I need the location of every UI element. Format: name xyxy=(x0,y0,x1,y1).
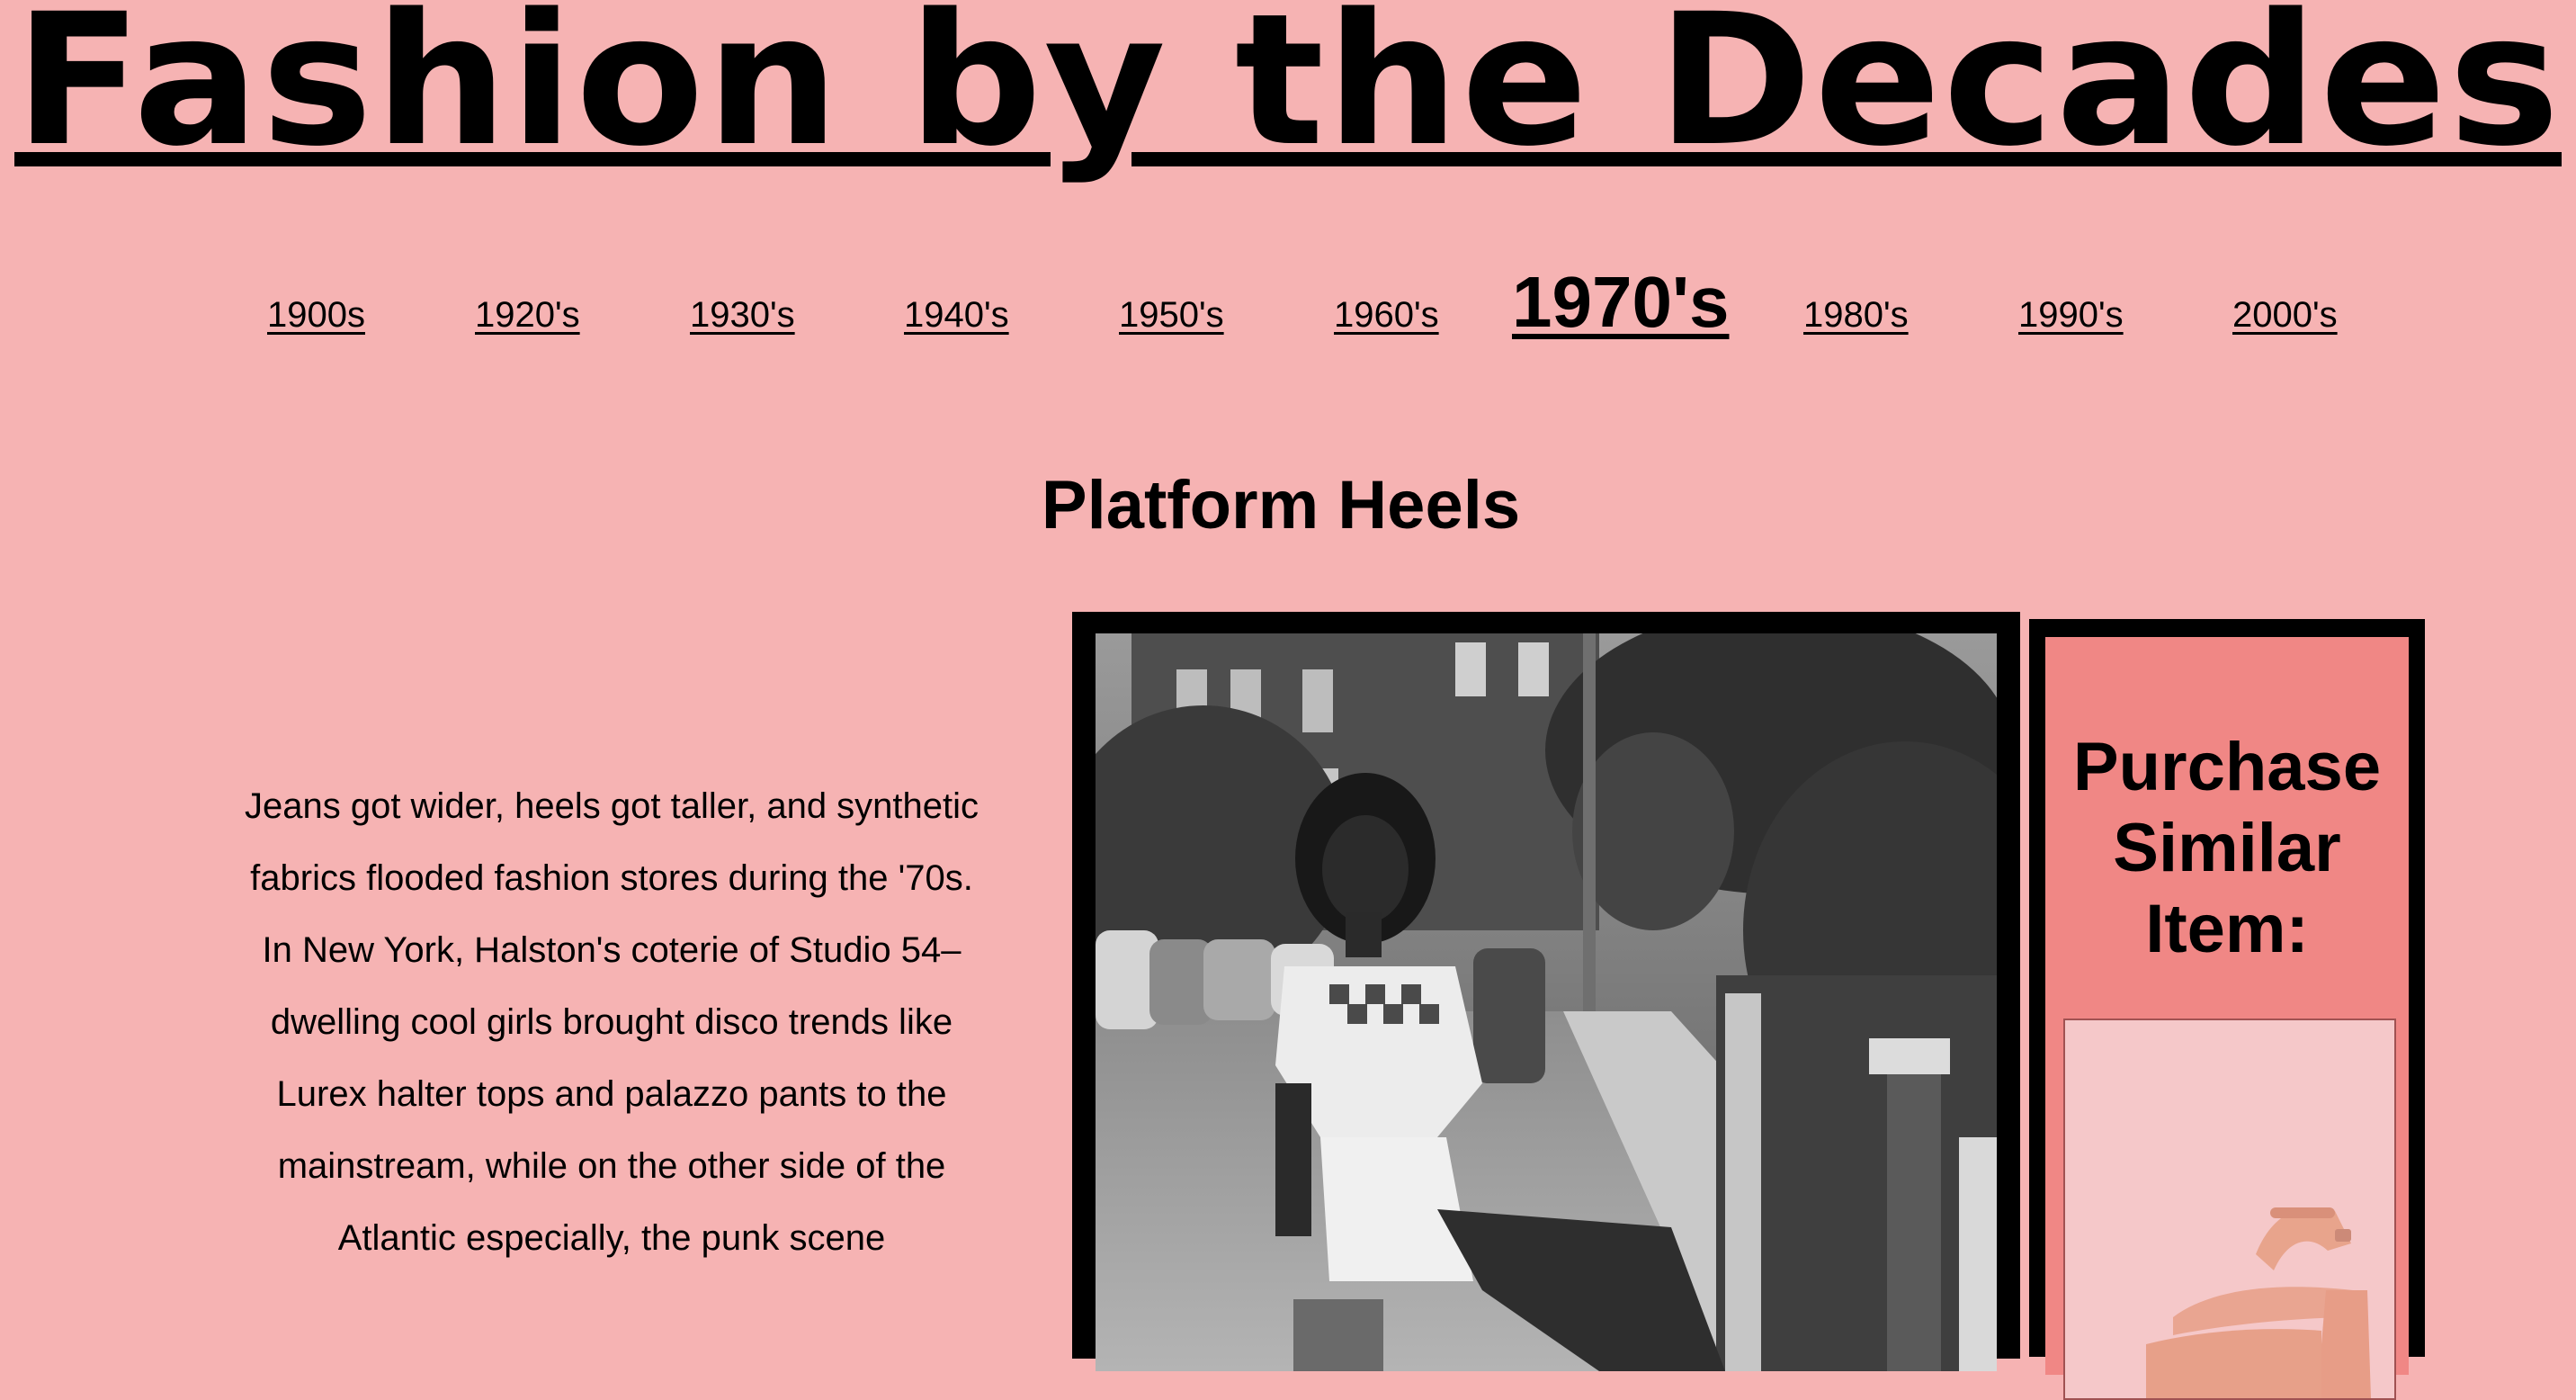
decade-description: Jeans got wider, heels got taller, and s… xyxy=(244,786,979,1258)
nav-link-1920s[interactable]: 1920's xyxy=(475,295,580,336)
nav-link-1980s[interactable]: 1980's xyxy=(1803,295,1909,336)
section-heading: Platform Heels xyxy=(1041,467,1521,543)
nav-link-2000s[interactable]: 2000's xyxy=(2232,295,2338,336)
decade-navigation: 1900s 1920's 1930's 1940's 1950's 1960's… xyxy=(216,261,2375,369)
nav-link-1960s[interactable]: 1960's xyxy=(1334,295,1439,336)
nav-link-1970s-active[interactable]: 1970's xyxy=(1512,261,1729,344)
platform-heel-product-image xyxy=(2065,1020,2394,1398)
purchase-panel: Purchase Similar Item: xyxy=(2029,619,2425,1400)
purchase-heading: Purchase Similar Item: xyxy=(2072,729,2382,967)
purchase-panel-inner: Purchase Similar Item: xyxy=(2045,637,2409,1400)
decade-photo xyxy=(1096,633,1997,1371)
site-title: Fashion by the Decades xyxy=(14,0,2562,186)
nav-link-1950s[interactable]: 1950's xyxy=(1119,295,1224,336)
product-image-link[interactable] xyxy=(2063,1019,2396,1400)
nav-link-1990s[interactable]: 1990's xyxy=(2018,295,2124,336)
nav-link-1900s[interactable]: 1900s xyxy=(267,295,365,336)
photo-frame xyxy=(1072,612,2020,1371)
nav-link-1930s[interactable]: 1930's xyxy=(690,295,795,336)
nav-link-1940s[interactable]: 1940's xyxy=(904,295,1009,336)
